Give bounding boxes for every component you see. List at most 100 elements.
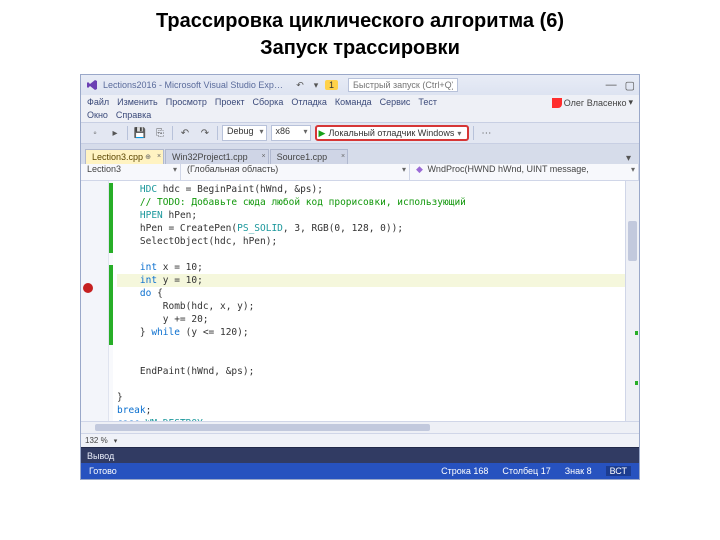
close-icon[interactable]: × [341,153,345,160]
code-line[interactable] [117,339,625,352]
slide-title: Трассировка циклического алгоритма (6) [0,0,720,37]
code-line[interactable]: do { [117,287,625,300]
dropdown-icon[interactable]: ▾ [309,78,323,92]
status-ready: Готово [89,466,117,476]
menu-project[interactable]: Проект [215,97,245,108]
menu-window[interactable]: Окно [87,110,108,120]
code-line[interactable]: } [117,391,625,404]
titlebar-tools: ↶ ▾ 1 [293,78,338,92]
play-icon: ▶ [319,128,326,139]
menu-debug[interactable]: Отладка [291,97,327,108]
editor-footer: 132 % ▾ [81,433,639,447]
menu-team[interactable]: Команда [335,97,372,108]
nav-back-icon[interactable]: ◦ [87,125,103,141]
code-line[interactable]: // TODO: Добавьте сюда любой код прорисо… [117,196,625,209]
tab-label: Source1.cpp [277,152,328,162]
scroll-mark [635,381,638,385]
nav-project-combo[interactable]: Lection3 [81,164,181,180]
close-icon[interactable]: × [262,153,266,160]
menu-edit[interactable]: Изменить [117,97,158,108]
undo-icon[interactable]: ↶ [293,78,307,92]
menu-help[interactable]: Справка [116,110,151,120]
nav-function-combo[interactable]: ◆ WndProc(HWND hWnd, UINT message, [410,164,639,180]
status-ins[interactable]: ВСТ [606,466,631,476]
status-line: Строка 168 [441,466,488,476]
quick-launch-input[interactable] [348,78,458,92]
scroll-thumb[interactable] [628,221,637,261]
menu-file[interactable]: Файл [87,97,109,108]
outline-gutter[interactable] [95,181,109,421]
vs-logo-icon [85,78,99,92]
nav-fwd-icon[interactable]: ▸ [107,125,123,141]
code-line[interactable]: hPen = CreatePen(PS_SOLID, 3, RGB(0, 128… [117,222,625,235]
nav-dropdowns: Lection3 (Глобальная область) ◆ WndProc(… [81,164,639,181]
status-col: Столбец 17 [502,466,550,476]
tab-lection3[interactable]: Lection3.cpp ⊕ × [85,149,164,164]
platform-combo[interactable]: x86 [271,125,311,141]
editor-tabbar: Lection3.cpp ⊕ × Win32Project1.cpp × Sou… [81,144,639,164]
close-icon[interactable]: × [157,153,161,160]
menu-tools[interactable]: Сервис [380,97,411,108]
code-line[interactable]: int x = 10; [117,261,625,274]
menu-test[interactable]: Тест [418,97,437,108]
code-editor[interactable]: HDC hdc = BeginPaint(hWnd, &ps); // TODO… [113,181,625,421]
notification-badge[interactable]: 1 [325,80,338,90]
breakpoint-icon[interactable] [83,283,93,293]
flag-icon [552,98,562,108]
nav-scope-label: (Глобальная область) [187,164,278,174]
tab-source1[interactable]: Source1.cpp × [270,149,349,164]
tab-label: Lection3.cpp [92,152,143,162]
minimize-button[interactable]: — [606,79,617,92]
menubar-row2: Окно Справка [81,110,639,122]
status-char: Знак 8 [565,466,592,476]
save-icon[interactable]: 💾 [132,125,148,141]
debug-target-label: Локальный отладчик Windows [328,128,454,138]
scroll-thumb[interactable] [95,424,430,431]
account-name: Олег Власенко [564,98,627,108]
code-line[interactable] [117,378,625,391]
undo-icon2[interactable]: ↶ [177,125,193,141]
window-controls: — ▢ [606,79,635,92]
menubar: Файл Изменить Просмотр Проект Сборка Отл… [81,95,639,110]
menu-view[interactable]: Просмотр [166,97,207,108]
code-line[interactable]: EndPaint(hWnd, &ps); [117,365,625,378]
code-line[interactable] [117,248,625,261]
scroll-mark [635,331,638,335]
maximize-button[interactable]: ▢ [625,79,635,92]
tab-menu-icon[interactable]: ▾ [626,153,635,164]
breakpoint-gutter[interactable] [81,181,95,421]
zoom-level[interactable]: 132 % [85,436,108,445]
toolbar: ◦ ▸ 💾 ⎘ ↶ ↷ Debug x86 ▶ Локальный отладч… [81,122,639,144]
code-line[interactable]: HDC hdc = BeginPaint(hWnd, &ps); [117,183,625,196]
code-line[interactable]: } while (y <= 120); [117,326,625,339]
start-debug-button[interactable]: ▶ Локальный отладчик Windows ▾ [315,125,470,141]
zoom-dropdown-icon[interactable]: ▾ [114,437,118,445]
window-title: Lections2016 - Microsoft Visual Studio E… [103,80,283,90]
chevron-down-icon: ▾ [457,129,461,138]
vs-window: Lections2016 - Microsoft Visual Studio E… [80,74,640,480]
menu-build[interactable]: Сборка [253,97,284,108]
pin-icon[interactable]: ⊕ [145,153,151,161]
code-line[interactable]: Romb(hdc, x, y); [117,300,625,313]
output-panel[interactable]: Вывод [81,447,639,463]
config-combo[interactable]: Debug [222,125,267,141]
code-line[interactable] [117,352,625,365]
horizontal-scrollbar[interactable] [81,421,639,433]
method-icon: ◆ [416,164,423,174]
account-area[interactable]: Олег Власенко ▾ [552,97,633,108]
nav-project-label: Lection3 [87,164,121,174]
code-line[interactable]: y += 20; [117,313,625,326]
code-line[interactable]: int y = 10; [117,274,625,287]
vertical-scrollbar[interactable] [625,181,639,421]
tb-extra1-icon[interactable]: ⋯ [478,125,494,141]
account-dropdown-icon: ▾ [628,97,633,108]
code-line[interactable]: SelectObject(hdc, hPen); [117,235,625,248]
nav-function-label: WndProc(HWND hWnd, UINT message, [427,164,588,174]
redo-icon[interactable]: ↷ [197,125,213,141]
nav-scope-combo[interactable]: (Глобальная область) [181,164,410,180]
code-line[interactable]: HPEN hPen; [117,209,625,222]
editor-area: HDC hdc = BeginPaint(hWnd, &ps); // TODO… [81,181,639,421]
code-line[interactable]: break; [117,404,625,417]
save-all-icon[interactable]: ⎘ [152,125,168,141]
tab-win32project1[interactable]: Win32Project1.cpp × [165,149,269,164]
